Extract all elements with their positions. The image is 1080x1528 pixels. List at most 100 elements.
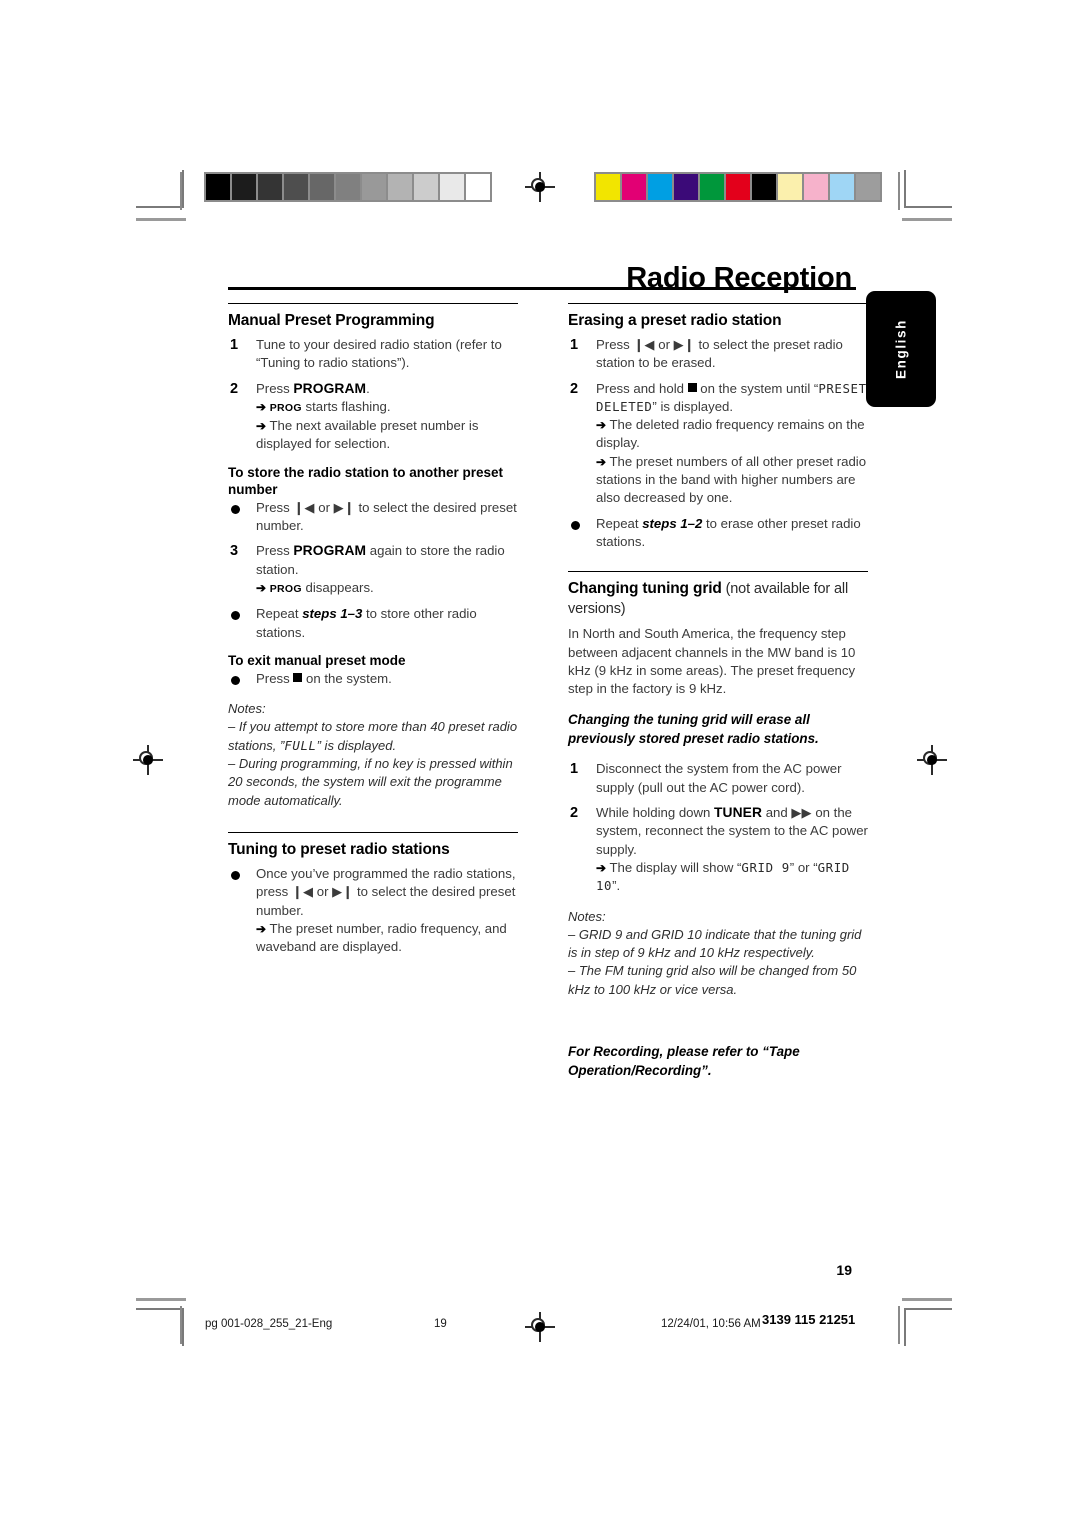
result-line: ➔ PROG starts flashing. (256, 398, 518, 417)
language-tab-label: English (893, 319, 909, 379)
document-page: Radio Reception English Manual Preset Pr… (0, 0, 1080, 1528)
warning-paragraph: Changing the tuning grid will erase all … (568, 712, 819, 746)
bullet-text: Once you’ve programmed the radio station… (256, 865, 516, 918)
bullet-icon (571, 520, 580, 530)
step-number: 1 (570, 761, 579, 778)
closing-reference-paragraph: For Recording, please refer to “Tape Ope… (568, 1044, 800, 1078)
color-swatch-9 (830, 174, 854, 200)
bullet-text: Press ❙◀ or ▶❙ to select the desired pre… (256, 499, 517, 534)
list-item: 1 Disconnect the system from the AC powe… (568, 760, 868, 797)
result-line: ➔ PROG disappears. (256, 579, 518, 598)
subheading-exit-manual-preset-mode: To exit manual preset mode (228, 652, 406, 668)
gray-swatch-7 (388, 174, 412, 200)
notes-label: Notes: (568, 908, 606, 924)
note-text: ” is displayed. (316, 737, 397, 753)
color-swatch-2 (648, 174, 672, 200)
bullet-text-prefix: Press (256, 670, 294, 686)
step-text-suffix: ” is displayed. (652, 398, 734, 414)
crop-mark-bottom-right (904, 1308, 952, 1346)
footer-timestamp: 12/24/01, 10:56 AM (661, 1318, 761, 1330)
page-title: Radio Reception (626, 262, 852, 295)
arrow-icon: ➔ (596, 418, 607, 433)
step-text: Press ❙◀ or ▶❙ to select the preset radi… (596, 337, 843, 371)
step-number: 1 (230, 337, 239, 353)
note-text: – The FM tuning grid also will be change… (568, 963, 857, 997)
registration-target-right (917, 745, 947, 775)
section-rule (228, 831, 518, 833)
arrow-icon: ➔ (256, 419, 267, 434)
section-rule (228, 303, 518, 304)
step-number: 2 (570, 805, 579, 822)
heading-manual-preset-programming: Manual Preset Programming (228, 312, 435, 329)
color-calibration-bar (594, 172, 882, 202)
result-text: The preset number, radio frequency, and … (256, 920, 507, 955)
gray-swatch-1 (232, 174, 256, 200)
result-line: ➔ The preset numbers of all other preset… (596, 453, 868, 508)
crop-line-bottom-left (136, 1298, 186, 1301)
notes-label: Notes: (228, 701, 266, 717)
crop-line-top-left (136, 218, 186, 221)
list-item: Repeat steps 1–2 to erase other preset r… (568, 515, 868, 552)
gray-swatch-0 (206, 174, 230, 200)
gray-swatch-8 (414, 174, 438, 200)
arrow-icon: ➔ (256, 399, 267, 414)
list-item: Once you’ve programmed the radio station… (228, 865, 518, 956)
note-text: – GRID 9 and GRID 10 indicate that the t… (568, 926, 862, 961)
bullet-icon (231, 504, 240, 514)
result-line: ➔ The next available preset number is di… (256, 417, 518, 454)
result-text: The deleted radio frequency remains on t… (596, 417, 865, 451)
crop-tick-bottom-right (898, 1306, 900, 1344)
registration-target-left (133, 745, 163, 775)
bullet-text-suffix: on the system. (302, 670, 392, 686)
color-swatch-0 (596, 174, 620, 200)
section-rule (568, 571, 868, 573)
step-text-suffix: . (366, 380, 370, 396)
list-item: 2 While holding down TUNER and ▶▶ on the… (568, 804, 868, 895)
color-swatch-5 (726, 174, 750, 200)
note-text: – During programming, if no key is press… (228, 756, 513, 808)
list-item: 2 Press and hold on the system until “PR… (568, 380, 868, 508)
step-text: Tune to your desired radio station (refe… (256, 337, 502, 371)
page-folio-number: 19 (836, 1262, 852, 1278)
button-name-program: PROGRAM (293, 543, 367, 559)
list-item: 1 Press ❙◀ or ▶❙ to select the preset ra… (568, 336, 868, 373)
button-name-tuner: TUNER (714, 805, 763, 821)
step-text-prefix: Press (256, 380, 294, 396)
registration-target-bottom-center (525, 1312, 555, 1342)
button-name-program: PROGRAM (293, 380, 367, 396)
list-item: Repeat steps 1–3 to store other radio st… (228, 605, 518, 642)
result-line: ➔ The preset number, radio frequency, an… (256, 920, 518, 957)
arrow-icon: ➔ (256, 580, 267, 595)
heading-tuning-to-preset-radio-stations: Tuning to preset radio stations (228, 840, 450, 858)
bullet-text-prefix: Repeat (596, 515, 643, 531)
bullet-icon (231, 870, 240, 880)
arrow-icon: ➔ (596, 860, 607, 875)
gray-swatch-10 (466, 174, 490, 200)
notes-block: Notes: – GRID 9 and GRID 10 indicate tha… (568, 908, 868, 999)
step-text-prefix: Press and hold (596, 380, 688, 396)
step-number: 2 (230, 380, 239, 397)
crop-tick-top-left (180, 172, 182, 210)
result-text-suffix: ”. (612, 878, 621, 894)
step-number: 1 (570, 337, 579, 353)
arrow-icon: ➔ (256, 921, 267, 936)
crop-mark-top-right (904, 170, 952, 208)
color-swatch-6 (752, 174, 776, 200)
lcd-display-text: GRID 9 (741, 859, 790, 875)
gray-swatch-5 (336, 174, 360, 200)
gray-swatch-2 (258, 174, 282, 200)
list-item: Press ❙◀ or ▶❙ to select the desired pre… (228, 499, 518, 536)
heading-erasing-a-preset-radio-station: Erasing a preset radio station (568, 312, 782, 329)
crop-mark-top-left (136, 170, 184, 208)
footer-filename: pg 001-028_255_21-Eng (205, 1318, 333, 1330)
bullet-text-prefix: Repeat (256, 606, 303, 622)
lcd-display-text: FULL (284, 737, 317, 753)
result-text: starts flashing. (301, 398, 391, 414)
color-swatch-3 (674, 174, 698, 200)
left-column: Manual Preset Programming 1 Tune to your… (228, 303, 518, 963)
registration-target-top-center (525, 172, 555, 202)
gray-swatch-6 (362, 174, 386, 200)
language-tab-english: English (866, 291, 936, 407)
gray-swatch-3 (284, 174, 308, 200)
result-line: ➔ The display will show “GRID 9” or “GRI… (596, 859, 868, 896)
